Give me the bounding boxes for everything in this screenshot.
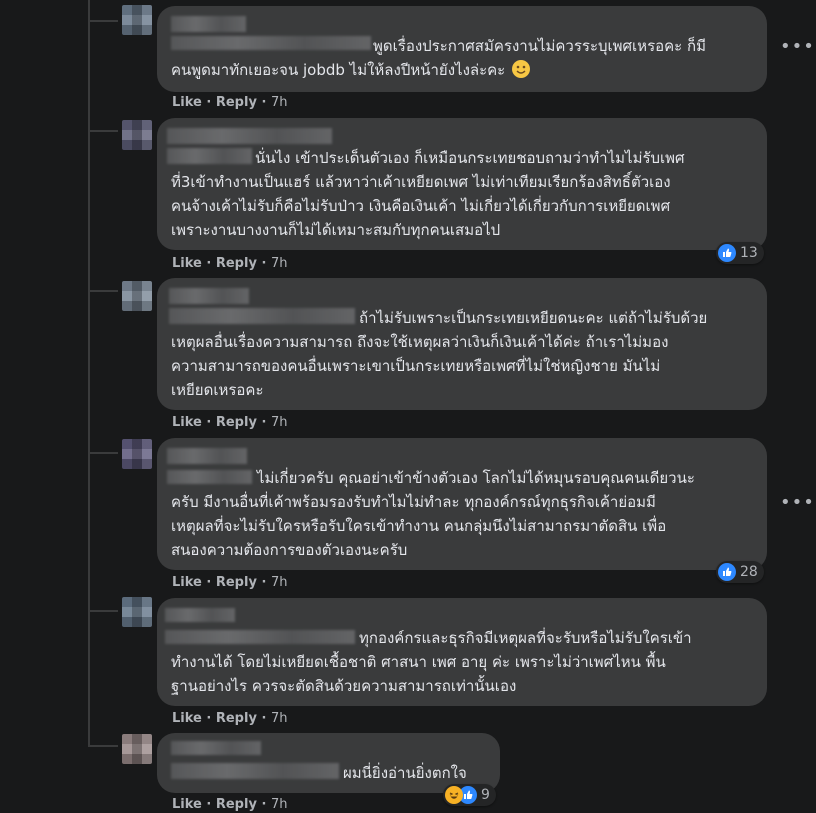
comment-text: ครับ มีงานอื่นที่เค้าพร้อมรองรับทำไมไม่ท… [171, 493, 656, 511]
thread-branch [88, 20, 118, 22]
comment-text: ความสามารถของคนอื่นเพราะเขาเป็นกระเทยหรื… [171, 357, 661, 375]
like-button[interactable]: Like [172, 575, 202, 590]
comment-bubble: นั่นไง เข้าประเด็นตัวเอง ก็เหมือนกระเทยช… [157, 118, 767, 250]
avatar[interactable] [122, 281, 152, 311]
like-button[interactable]: Like [172, 711, 202, 726]
more-options-icon[interactable]: ••• [780, 36, 815, 57]
author-name[interactable] [167, 470, 252, 484]
comment-text: คนจ้างเค้าไม่รับก็คือไม่รับป่าว เงินคือเ… [171, 197, 671, 215]
author-name[interactable] [167, 148, 252, 164]
thread-branch [88, 130, 118, 132]
like-button[interactable]: Like [172, 797, 202, 812]
thread-branch [88, 610, 118, 612]
thread-branch [88, 745, 118, 747]
haha-reaction-icon [445, 786, 463, 804]
author-name[interactable] [169, 288, 249, 304]
avatar[interactable] [122, 5, 152, 35]
comment-actions: Like · Reply · 7h [172, 95, 287, 110]
comment-text: ฐานอย่างไร ควรจะตัดสินด้วยความสามารถเท่า… [171, 677, 517, 695]
comment-actions: Like · Reply · 7h [172, 256, 287, 271]
smiley-emoji-icon [512, 60, 531, 78]
comment-actions: Like · Reply · 7h [172, 797, 287, 812]
separator: · [256, 711, 271, 726]
separator: · [201, 711, 216, 726]
avatar[interactable] [122, 597, 152, 627]
reaction-count: 9 [481, 787, 490, 803]
author-name[interactable] [171, 36, 371, 50]
thread-line [88, 0, 90, 745]
author-name[interactable] [165, 630, 355, 644]
comment-bubble: ถ้าไม่รับเพราะเป็นกระเทยเหยียดนะคะ แต่ถ้… [157, 278, 767, 410]
comment-text: ทำงานได้ โดยไม่เหยียดเชื้อชาติ ศาสนา เพศ… [171, 653, 666, 671]
thread-branch [88, 290, 118, 292]
like-reaction-icon [718, 563, 736, 581]
comment-text: เหยียดเหรอคะ [171, 381, 264, 399]
separator: · [256, 95, 271, 110]
reply-button[interactable]: Reply [216, 575, 257, 590]
author-name[interactable] [167, 128, 332, 144]
comment-bubble: ทุกองค์กรและธุรกิจมีเหตุผลที่จะรับหรือไม… [157, 598, 767, 706]
reply-button[interactable]: Reply [216, 711, 257, 726]
author-name[interactable] [171, 741, 261, 755]
author-name[interactable] [165, 608, 235, 622]
comment-text: ไม่เกี่ยวครับ คุณอย่าเข้าข้างตัวเอง โลกไ… [257, 469, 695, 487]
separator: · [256, 256, 271, 271]
avatar[interactable] [122, 120, 152, 150]
like-reaction-icon [718, 244, 736, 262]
author-name[interactable] [171, 16, 246, 32]
comment-actions: Like · Reply · 7h [172, 711, 287, 726]
comment-text: เหตุผลอื่นเรื่องความสามารถ ถึงจะใช้เหตุผ… [171, 333, 669, 351]
avatar[interactable] [122, 439, 152, 469]
comment-bubble: พูดเรื่องประกาศสมัครงานไม่ควรระบุเพศเหรอ… [157, 6, 767, 92]
separator: · [256, 797, 271, 812]
timestamp[interactable]: 7h [271, 797, 288, 812]
separator: · [201, 256, 216, 271]
author-name[interactable] [167, 448, 247, 464]
like-button[interactable]: Like [172, 415, 202, 430]
reaction-count: 13 [740, 245, 758, 261]
timestamp[interactable]: 7h [271, 575, 288, 590]
comment-text: ถ้าไม่รับเพราะเป็นกระเทยเหยียดนะคะ แต่ถ้… [359, 309, 708, 327]
comment-text: สนองความต้องการของตัวเองนะครับ [171, 541, 408, 559]
timestamp[interactable]: 7h [271, 95, 288, 110]
comment-text: พูดเรื่องประกาศสมัครงานไม่ควรระบุเพศเหรอ… [373, 37, 706, 55]
reply-button[interactable]: Reply [216, 256, 257, 271]
thread-branch [88, 452, 118, 454]
avatar[interactable] [122, 734, 152, 764]
separator: · [201, 415, 216, 430]
reaction-summary[interactable]: 28 [716, 561, 764, 583]
comment-text: ผมนี่ยิ่งอ่านยิ่งตกใจ [343, 764, 467, 782]
like-button[interactable]: Like [172, 95, 202, 110]
reply-button[interactable]: Reply [216, 415, 257, 430]
comment-text: เพราะงานบางงานก็ไม่ได้เหมาะสมกับทุกคนเสม… [171, 221, 501, 239]
separator: · [201, 95, 216, 110]
timestamp[interactable]: 7h [271, 256, 288, 271]
comment-text: เหตุผลที่จะไม่รับใครหรือรับใครเข้าทำงาน … [171, 517, 667, 535]
separator: · [256, 415, 271, 430]
comment-text: นั่นไง เข้าประเด็นตัวเอง ก็เหมือนกระเทยช… [255, 149, 685, 167]
more-options-icon[interactable]: ••• [780, 492, 815, 513]
author-name[interactable] [171, 763, 339, 779]
reply-button[interactable]: Reply [216, 95, 257, 110]
comment-text: ทุกองค์กรและธุรกิจมีเหตุผลที่จะรับหรือไม… [359, 629, 692, 647]
timestamp[interactable]: 7h [271, 415, 288, 430]
separator: · [201, 575, 216, 590]
reply-button[interactable]: Reply [216, 797, 257, 812]
comment-actions: Like · Reply · 7h [172, 575, 287, 590]
author-name[interactable] [169, 308, 355, 324]
like-button[interactable]: Like [172, 256, 202, 271]
timestamp[interactable]: 7h [271, 711, 288, 726]
reaction-summary[interactable]: 13 [716, 242, 764, 264]
comment-actions: Like · Reply · 7h [172, 415, 287, 430]
comment-text: ที่3เข้าทำงานเป็นแฮร์ แล้วหาว่าเค้าเหยีย… [171, 173, 671, 191]
reaction-summary[interactable]: 9 [443, 784, 496, 806]
separator: · [256, 575, 271, 590]
comment-bubble: ไม่เกี่ยวครับ คุณอย่าเข้าข้างตัวเอง โลกไ… [157, 438, 767, 570]
comment-text: คนพูดมาทักเยอะจน jobdb ไม่ให้ลงปีหน้ายัง… [171, 58, 531, 82]
reaction-count: 28 [740, 564, 758, 580]
separator: · [201, 797, 216, 812]
